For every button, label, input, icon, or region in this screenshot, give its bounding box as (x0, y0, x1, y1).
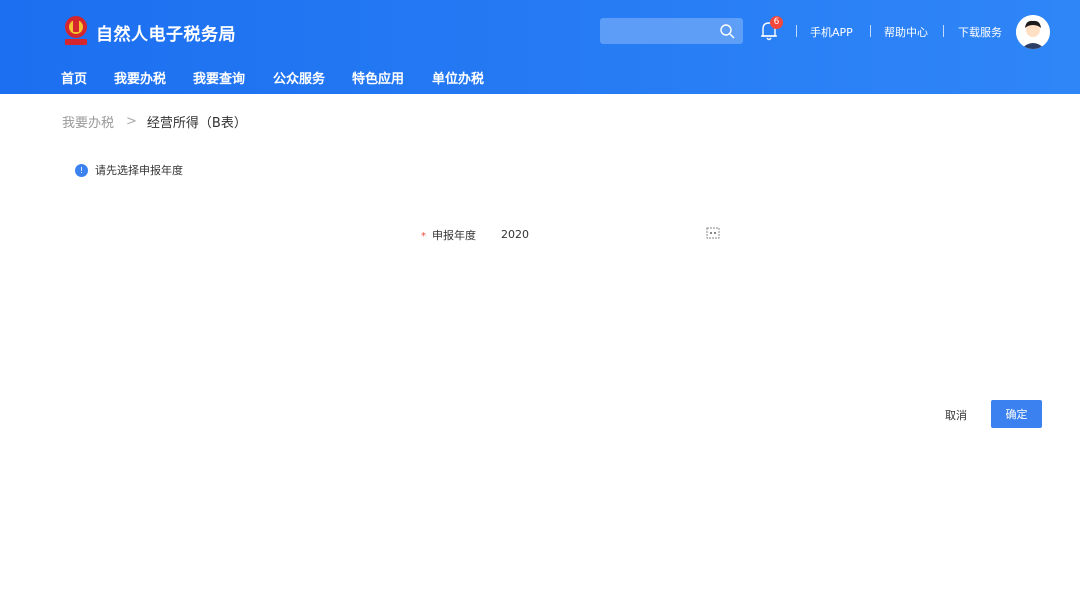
confirm-button[interactable]: 确定 (991, 400, 1042, 428)
nav-tax-handling[interactable]: 我要办税 (114, 68, 166, 87)
notice-message: ! 请先选择申报年度 (75, 162, 183, 178)
nav-query[interactable]: 我要查询 (193, 68, 245, 87)
nav-unit-tax[interactable]: 单位办税 (432, 68, 484, 87)
year-field[interactable] (493, 221, 725, 247)
divider (796, 25, 797, 37)
avatar[interactable] (1016, 15, 1050, 49)
breadcrumb: 我要办税 > 经营所得（B表） (62, 112, 247, 131)
search-icon[interactable] (719, 23, 735, 39)
search-box[interactable] (600, 18, 743, 44)
download-link[interactable]: 下载服务 (958, 24, 1002, 40)
mobile-app-link[interactable]: 手机APP (810, 24, 853, 40)
divider (943, 25, 944, 37)
calendar-icon[interactable] (706, 226, 720, 239)
notice-text: 请先选择申报年度 (95, 164, 183, 177)
divider (870, 25, 871, 37)
breadcrumb-parent[interactable]: 我要办税 (62, 112, 114, 131)
nav-public-services[interactable]: 公众服务 (273, 68, 325, 87)
header-bar: 自然人电子税务局 6 手机APP 帮助中心 下载服务 首页 我要办税 我要查询 … (0, 0, 1080, 94)
tax-emblem-icon[interactable] (62, 14, 90, 48)
chevron-right-icon: > (126, 114, 137, 129)
year-label: * 申报年度 (421, 227, 476, 243)
help-center-link[interactable]: 帮助中心 (884, 24, 928, 40)
notification-badge: 6 (770, 16, 783, 29)
nav-featured-apps[interactable]: 特色应用 (352, 68, 404, 87)
breadcrumb-current: 经营所得（B表） (146, 116, 247, 131)
cancel-button[interactable]: 取消 (934, 401, 978, 428)
user-avatar-icon (1016, 15, 1050, 49)
site-title[interactable]: 自然人电子税务局 (96, 20, 236, 45)
info-icon: ! (75, 163, 88, 177)
year-label-text: 申报年度 (432, 229, 476, 242)
nav-home[interactable]: 首页 (61, 68, 87, 87)
required-mark: * (421, 231, 426, 242)
